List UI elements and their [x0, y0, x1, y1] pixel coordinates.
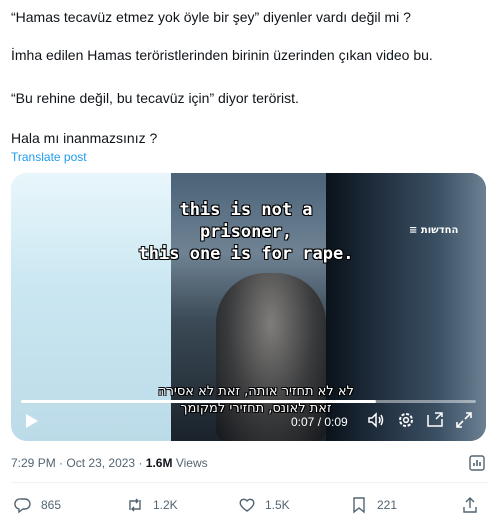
- analytics-icon[interactable]: [468, 454, 486, 472]
- subtitle-he-line-1: לא לא תחזיר אותה, זאת לא אסירה: [158, 384, 354, 399]
- video-time: 0:07 / 0:09: [291, 415, 348, 429]
- like-count: 1.5K: [265, 498, 290, 512]
- post-line-2: İmha edilen Hamas teröristlerinden birin…: [11, 47, 433, 63]
- video-player[interactable]: this is not a prisoner, this one is for …: [11, 173, 486, 441]
- volume-icon[interactable]: [367, 411, 385, 429]
- reply-count: 865: [41, 498, 62, 512]
- views-label: Views: [175, 456, 208, 470]
- play-icon[interactable]: [21, 411, 41, 431]
- bookmark-count: 221: [377, 498, 398, 512]
- divider: [11, 482, 489, 483]
- settings-icon[interactable]: [397, 411, 415, 429]
- channel-logo: החדשות ≡: [409, 225, 459, 236]
- bookmark-icon: [353, 497, 365, 514]
- meta-separator: ·: [138, 456, 143, 470]
- post-line-1: “Hamas tecavüz etmez yok öyle bir şey” d…: [11, 9, 411, 25]
- heart-icon: [239, 498, 255, 512]
- post-line-3: “Bu rehine değil, bu tecavüz için” diyor…: [11, 90, 299, 106]
- post-line-4: Hala mı inanmazsınız ?: [11, 130, 158, 146]
- reply-button[interactable]: 865: [14, 494, 61, 516]
- post-time[interactable]: 7:29 PM: [11, 456, 56, 470]
- subtitle-en-line-1: this is not a prisoner,: [179, 200, 313, 242]
- video-subtitle-english: this is not a prisoner, this one is for …: [131, 199, 361, 265]
- video-progress-bar[interactable]: [21, 400, 476, 403]
- action-bar: 865 1.2K 1.5K 221: [0, 494, 500, 516]
- post-meta: 7:29 PM · Oct 23, 2023 · 1.6M Views: [11, 456, 208, 470]
- pip-icon[interactable]: [426, 411, 444, 429]
- bookmark-button[interactable]: 221: [350, 494, 397, 516]
- video-controls: 0:07 / 0:09: [11, 407, 486, 435]
- like-button[interactable]: 1.5K: [238, 494, 290, 516]
- video-progress-fill: [21, 400, 376, 403]
- meta-separator: ·: [59, 456, 64, 470]
- post-date[interactable]: Oct 23, 2023: [66, 456, 135, 470]
- reply-icon: [14, 498, 31, 514]
- translate-post-link[interactable]: Translate post: [11, 150, 87, 164]
- fullscreen-icon[interactable]: [455, 411, 473, 429]
- repost-count: 1.2K: [153, 498, 178, 512]
- views-count: 1.6M: [145, 456, 173, 470]
- repost-icon: [129, 498, 141, 512]
- share-button[interactable]: [461, 494, 488, 516]
- subtitle-en-line-2: this one is for rape.: [138, 244, 354, 264]
- repost-button[interactable]: 1.2K: [126, 494, 178, 516]
- share-icon: [463, 497, 477, 513]
